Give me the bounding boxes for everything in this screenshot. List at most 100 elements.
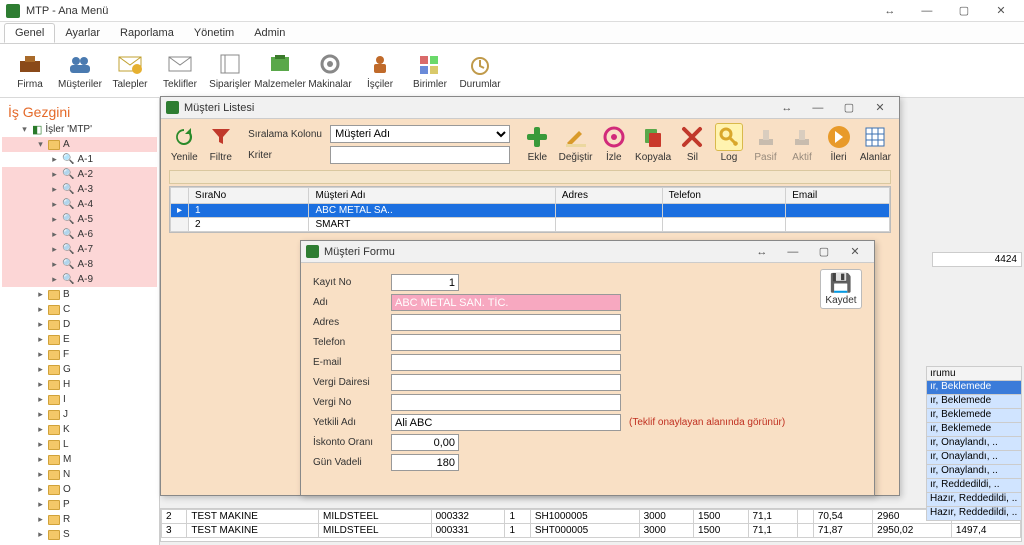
- close-button[interactable]: ✕: [984, 4, 1018, 17]
- tree-folder-k[interactable]: ▸K: [2, 422, 157, 437]
- contact-name-input[interactable]: [391, 414, 621, 431]
- term-days-input[interactable]: [391, 454, 459, 471]
- delete-button[interactable]: Sil: [677, 123, 708, 163]
- active-button[interactable]: Aktif: [787, 123, 818, 163]
- tree-folder-j[interactable]: ▸J: [2, 407, 157, 422]
- maximize-button[interactable]: ▢: [947, 4, 981, 17]
- tree-folder-o[interactable]: ▸O: [2, 482, 157, 497]
- resize-handle-icon[interactable]: ↔: [873, 5, 907, 17]
- customer-list-titlebar[interactable]: Müşteri Listesi ↔ — ▢ ✕: [161, 97, 899, 119]
- menu-tab-raporlama[interactable]: Raporlama: [110, 24, 184, 42]
- tree-folder-d[interactable]: ▸D: [2, 317, 157, 332]
- criteria-input[interactable]: [330, 146, 510, 164]
- status-cell[interactable]: ır, Onaylandı, ..: [926, 465, 1022, 479]
- menu-tab-yönetim[interactable]: Yönetim: [184, 24, 244, 42]
- copy-button[interactable]: Kopyala: [635, 123, 671, 163]
- job-tree[interactable]: ▾◧İşler 'MTP'▾A▸🔍A-1▸🔍A-2▸🔍A-3▸🔍A-4▸🔍A-5…: [0, 122, 159, 542]
- status-cell[interactable]: ır, Reddedildi, ..: [926, 479, 1022, 493]
- tax-office-input[interactable]: [391, 374, 621, 391]
- maximize-button[interactable]: ▢: [810, 245, 838, 258]
- filter-button[interactable]: Filtre: [206, 123, 237, 163]
- ribbon-siparisler-button[interactable]: Siparişler: [208, 51, 252, 90]
- tree-item-a-2[interactable]: ▸🔍A-2: [2, 167, 157, 182]
- ribbon-makinalar-button[interactable]: Makinalar: [308, 51, 352, 90]
- tree-folder-b[interactable]: ▸B: [2, 287, 157, 302]
- tree-root[interactable]: ▾◧İşler 'MTP': [2, 122, 157, 137]
- tree-folder-c[interactable]: ▸C: [2, 302, 157, 317]
- table-row[interactable]: 2SMART: [171, 218, 890, 232]
- table-row[interactable]: 2TEST MAKINEMILDSTEEL0003321SH1000005300…: [162, 510, 1021, 524]
- ribbon-isciler-button[interactable]: İşçiler: [358, 51, 402, 90]
- resize-handle-icon[interactable]: ↔: [748, 246, 776, 258]
- tree-item-a-1[interactable]: ▸🔍A-1: [2, 152, 157, 167]
- column-header[interactable]: Email: [786, 188, 890, 204]
- tree-folder-p[interactable]: ▸P: [2, 497, 157, 512]
- column-header[interactable]: Müşteri Adı: [309, 188, 555, 204]
- minimize-button[interactable]: —: [910, 5, 944, 17]
- minimize-button[interactable]: —: [779, 246, 807, 258]
- status-cell[interactable]: ır, Beklemede: [926, 423, 1022, 437]
- tree-item-a-4[interactable]: ▸🔍A-4: [2, 197, 157, 212]
- passive-button[interactable]: Pasif: [750, 123, 781, 163]
- save-button[interactable]: 💾 Kaydet: [820, 269, 862, 309]
- tree-item-a-6[interactable]: ▸🔍A-6: [2, 227, 157, 242]
- column-header[interactable]: Adres: [555, 188, 662, 204]
- ribbon-malzemeler-button[interactable]: Malzemeler: [258, 51, 302, 90]
- status-cell[interactable]: ır, Onaylandı, ..: [926, 437, 1022, 451]
- record-no-input[interactable]: [391, 274, 459, 291]
- tree-item-a-8[interactable]: ▸🔍A-8: [2, 257, 157, 272]
- status-cell[interactable]: ır, Onaylandı, ..: [926, 451, 1022, 465]
- ribbon-musteriler-button[interactable]: Müşteriler: [58, 51, 102, 90]
- tax-no-input[interactable]: [391, 394, 621, 411]
- customer-form-titlebar[interactable]: Müşteri Formu ↔ — ▢ ✕: [301, 241, 874, 263]
- tree-folder-m[interactable]: ▸M: [2, 452, 157, 467]
- tree-folder-i[interactable]: ▸I: [2, 392, 157, 407]
- tree-folder-g[interactable]: ▸G: [2, 362, 157, 377]
- maximize-button[interactable]: ▢: [835, 101, 863, 114]
- email-input[interactable]: [391, 354, 621, 371]
- close-button[interactable]: ✕: [841, 245, 869, 258]
- ribbon-talepler-button[interactable]: Talepler: [108, 51, 152, 90]
- tree-item-a-3[interactable]: ▸🔍A-3: [2, 182, 157, 197]
- status-cell[interactable]: ır, Beklemede: [926, 381, 1022, 395]
- status-cell[interactable]: ır, Beklemede: [926, 395, 1022, 409]
- customer-grid[interactable]: SıraNoMüşteri AdıAdresTelefonEmail▸1ABC …: [169, 186, 891, 233]
- address-input[interactable]: [391, 314, 621, 331]
- tree-folder-f[interactable]: ▸F: [2, 347, 157, 362]
- tree-item-a-7[interactable]: ▸🔍A-7: [2, 242, 157, 257]
- discount-input[interactable]: [391, 434, 459, 451]
- column-header[interactable]: Telefon: [662, 188, 786, 204]
- menu-tab-admin[interactable]: Admin: [244, 24, 295, 42]
- sort-column-select[interactable]: Müşteri Adı: [330, 125, 510, 143]
- column-header[interactable]: SıraNo: [189, 188, 309, 204]
- tree-folder-h[interactable]: ▸H: [2, 377, 157, 392]
- table-row[interactable]: 3TEST MAKINEMILDSTEEL0003311SHT000005300…: [162, 524, 1021, 538]
- phone-input[interactable]: [391, 334, 621, 351]
- add-button[interactable]: Ekle: [522, 123, 553, 163]
- status-cell[interactable]: Hazır, Reddedildi, ..: [926, 507, 1022, 521]
- table-row[interactable]: ▸1ABC METAL SA..: [171, 204, 890, 218]
- ribbon-firma-button[interactable]: Firma: [8, 51, 52, 90]
- forward-button[interactable]: İleri: [823, 123, 854, 163]
- fields-button[interactable]: Alanlar: [860, 123, 891, 163]
- background-data-grid[interactable]: 2TEST MAKINEMILDSTEEL0003321SH1000005300…: [160, 508, 1022, 542]
- ribbon-durumlar-button[interactable]: Durumlar: [458, 51, 502, 90]
- tree-folder-r[interactable]: ▸R: [2, 512, 157, 527]
- status-cell[interactable]: ır, Beklemede: [926, 409, 1022, 423]
- name-input[interactable]: [391, 294, 621, 311]
- tree-item-a-9[interactable]: ▸🔍A-9: [2, 272, 157, 287]
- tree-folder-s[interactable]: ▸S: [2, 527, 157, 542]
- tree-folder-n[interactable]: ▸N: [2, 467, 157, 482]
- tree-folder-a[interactable]: ▾A: [2, 137, 157, 152]
- edit-button[interactable]: Değiştir: [559, 123, 593, 163]
- refresh-button[interactable]: Yenile: [169, 123, 200, 163]
- menu-tab-genel[interactable]: Genel: [4, 23, 55, 43]
- status-cell[interactable]: Hazır, Reddedildi, ..: [926, 493, 1022, 507]
- tree-folder-l[interactable]: ▸L: [2, 437, 157, 452]
- close-button[interactable]: ✕: [866, 101, 894, 114]
- ribbon-birimler-button[interactable]: Birimler: [408, 51, 452, 90]
- menu-tab-ayarlar[interactable]: Ayarlar: [55, 24, 110, 42]
- resize-handle-icon[interactable]: ↔: [773, 102, 801, 114]
- log-button[interactable]: Log: [714, 123, 745, 163]
- tree-item-a-5[interactable]: ▸🔍A-5: [2, 212, 157, 227]
